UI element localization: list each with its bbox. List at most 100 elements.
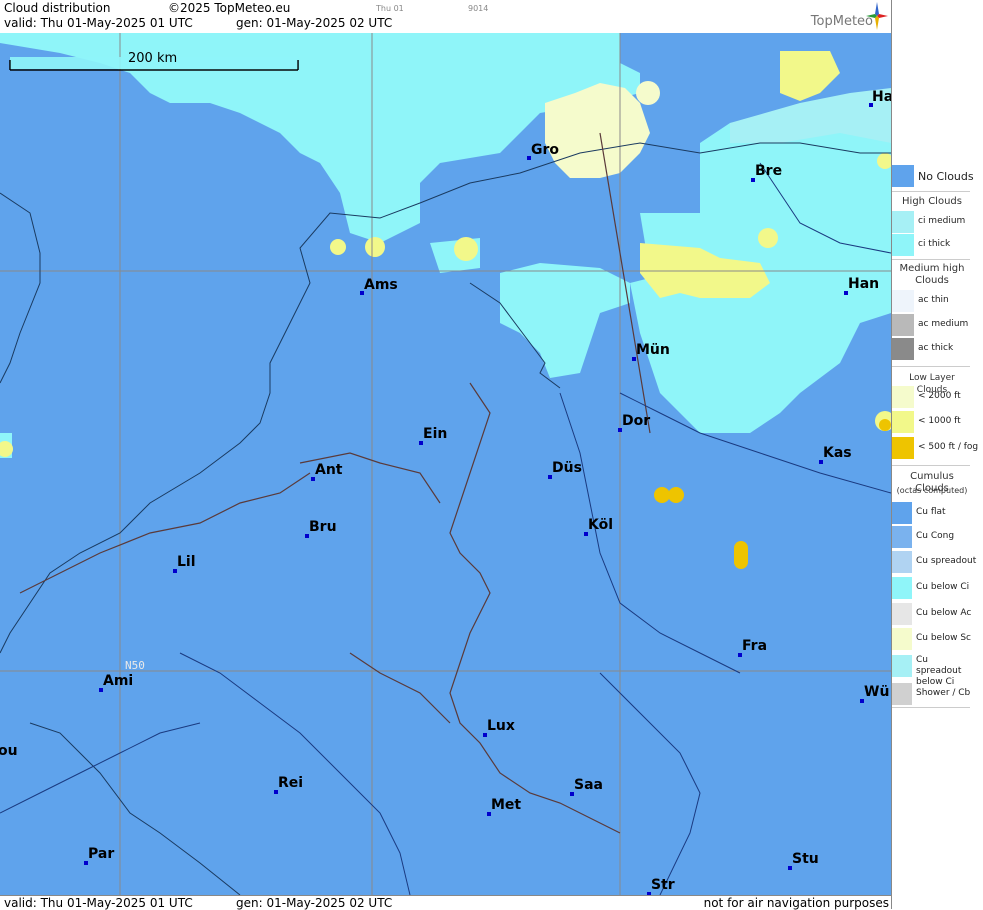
copyright: ©2025 TopMeteo.eu [168, 1, 291, 15]
legend-label: ac thin [918, 295, 949, 305]
scale-bar-label: 200 km [128, 51, 178, 66]
legend-cu-below-ac: Cu below Ac [892, 603, 972, 625]
city-label: Düs [552, 460, 582, 476]
legend-no-clouds: No Clouds [892, 165, 974, 187]
cu-spread-swatch [892, 551, 912, 573]
legend-ci-thick: ci thick [892, 234, 972, 256]
city-label: Wü [864, 684, 890, 700]
city-label: Str [651, 877, 675, 893]
city-label: Gro [531, 142, 560, 158]
city-label: Ami [103, 673, 134, 689]
city-label: ou [0, 743, 18, 759]
ac-medium-swatch [892, 314, 914, 336]
shower-swatch [892, 683, 912, 705]
legend-label: ac thick [918, 343, 954, 353]
city-label: Ein [423, 426, 448, 442]
legend-label: < 2000 ft [918, 391, 961, 401]
legend-shower: Shower / Cb [892, 683, 972, 705]
city-label: Rei [278, 775, 304, 791]
legend-ac-thin: ac thin [892, 290, 972, 312]
legend-divider [892, 465, 970, 466]
cu-below-sc-swatch [892, 628, 912, 650]
city-label: Kas [823, 445, 852, 461]
legend-high-title: High Clouds [902, 196, 962, 207]
cu-cong-swatch [892, 526, 912, 548]
city-label: Lil [177, 554, 196, 570]
legend-label: ci thick [918, 239, 951, 249]
legend-label: ci medium [918, 216, 966, 226]
cloud-map[interactable]: 200 km N50 Ha Gro Bre Ams Han Mün Ein Do… [0, 33, 891, 895]
legend-cu-subtitle: (octas computed) [896, 486, 968, 495]
legend-label: Cu Cong [916, 531, 955, 541]
generated-time: gen: 01-May-2025 02 UTC [236, 16, 393, 30]
city-label: Saa [574, 777, 603, 793]
legend-divider [892, 259, 970, 260]
country-borders [19, 132, 651, 834]
legend-label: Shower / Cb [916, 688, 971, 698]
legend-label: Cu below Ac [916, 608, 972, 618]
ac-thick-swatch [892, 338, 914, 360]
map-title: Cloud distribution [4, 1, 111, 15]
city-label: Mün [636, 342, 670, 358]
topmeteo-logo-text: TopMeteo [810, 14, 873, 29]
ac-thin-swatch [892, 290, 914, 312]
no-clouds-swatch [892, 165, 914, 187]
small-day-label: Thu 01 [376, 4, 404, 13]
ci-thick-swatch [892, 234, 914, 256]
ci-medium-swatch [892, 211, 914, 233]
legend-divider [892, 191, 970, 192]
legend-low-500: < 500 ft / fog [892, 437, 978, 459]
cu-spread-ci-swatch [892, 655, 912, 677]
small-code-label: 9014 [468, 4, 489, 13]
legend-divider [892, 366, 970, 367]
city-label: Lux [487, 718, 515, 734]
latitude-label: N50 [125, 659, 145, 672]
legend-label: < 1000 ft [918, 416, 961, 426]
legend-label: < 500 ft / fog [918, 442, 979, 452]
legend-label: No Clouds [918, 170, 974, 183]
city-label: Ha [872, 89, 891, 105]
legend-medium-title: Medium high Clouds [899, 263, 965, 286]
legend-ac-thick: ac thick [892, 338, 972, 360]
compass-star-icon [866, 2, 888, 30]
low-1000-swatch [892, 411, 914, 433]
city-label: Stu [792, 851, 819, 867]
legend-cu-spread: Cu spreadout [892, 551, 976, 573]
legend-ci-medium: ci medium [892, 211, 972, 233]
fog-500ft [654, 419, 891, 569]
legend-cu-flat: Cu flat [892, 502, 972, 524]
legend-divider [892, 707, 970, 708]
cu-flat-swatch [892, 502, 912, 524]
city-label: Ant [315, 462, 343, 478]
footer-valid-time: valid: Thu 01-May-2025 01 UTC [4, 896, 193, 910]
city-label: Ams [364, 277, 398, 293]
cu-below-ac-swatch [892, 603, 912, 625]
legend-low-2000: < 2000 ft [892, 386, 972, 408]
legend-panel: No Clouds High Clouds ci medium ci thick… [891, 0, 983, 909]
legend-label: Cu flat [916, 507, 946, 517]
city-label: Bre [755, 163, 783, 179]
low-500-swatch [892, 437, 914, 459]
legend-low-1000: < 1000 ft [892, 411, 972, 433]
legend-label: Cu below Ci [916, 582, 970, 592]
footer-disclaimer: not for air navigation purposes [703, 896, 889, 910]
city-label: Han [848, 276, 880, 292]
low-2000-swatch [892, 386, 914, 408]
footer-generated-time: gen: 01-May-2025 02 UTC [236, 896, 393, 910]
legend-ac-medium: ac medium [892, 314, 972, 336]
city-label: Par [88, 846, 115, 862]
legend-cu-below-ci: Cu below Ci [892, 577, 972, 599]
legend-label: Cu spreadout [916, 556, 977, 566]
high-clouds-ci-thick [0, 33, 891, 458]
legend-label: ac medium [918, 319, 969, 329]
city-label: Dor [622, 413, 651, 429]
legend-cu-spread-ci: Cu spreadout below Ci [892, 655, 972, 687]
city-label: Bru [309, 519, 337, 535]
valid-time: valid: Thu 01-May-2025 01 UTC [4, 16, 193, 30]
city-label: Met [491, 797, 522, 813]
cu-below-ci-swatch [892, 577, 912, 599]
city-label: Fra [742, 638, 768, 654]
city-label: Köl [588, 517, 614, 533]
map-header: Cloud distribution ©2025 TopMeteo.eu Thu… [0, 0, 891, 34]
legend-cu-cong: Cu Cong [892, 526, 972, 548]
